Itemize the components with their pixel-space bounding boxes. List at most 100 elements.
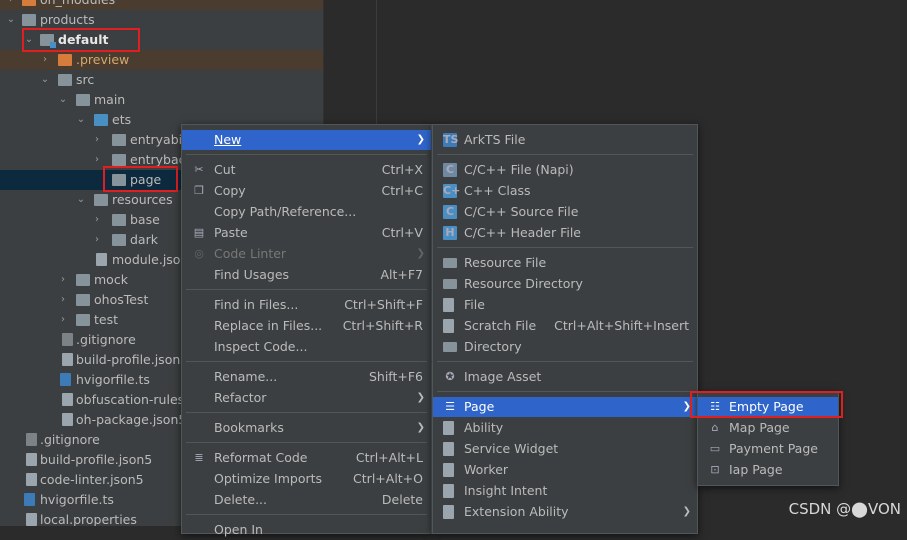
chevron-right-icon[interactable]: › xyxy=(92,210,102,230)
menu-item-label: C/C++ File (Napi) xyxy=(464,162,574,177)
tree-row-src[interactable]: ⌄ src xyxy=(0,70,323,90)
tree-label: hvigorfile.ts xyxy=(76,372,150,387)
folder-icon xyxy=(112,134,126,146)
menu-item-label: Iap Page xyxy=(729,462,783,477)
menu-item-reformat-code[interactable]: ≣ Reformat Code Ctrl+Alt+L xyxy=(182,448,431,468)
menu-item-payment-page[interactable]: ▭ Payment Page xyxy=(698,439,838,459)
chevron-right-icon[interactable]: › xyxy=(6,0,16,10)
menu-item-cpp-class[interactable]: C+ C++ Class xyxy=(433,181,697,201)
menu-item-cpp-header[interactable]: H C/C++ Header File xyxy=(433,223,697,243)
menu-item-extension-ability[interactable]: Extension Ability ❯ xyxy=(433,502,697,522)
chevron-right-icon[interactable]: › xyxy=(92,150,102,170)
menu-item-label: File xyxy=(464,297,485,312)
menu-item-resource-directory[interactable]: Resource Directory xyxy=(433,274,697,294)
menu-item-shortcut: Alt+F7 xyxy=(380,267,423,282)
chevron-right-icon[interactable]: › xyxy=(58,290,68,310)
menu-item-cpp-napi[interactable]: C C/C++ File (Napi) xyxy=(433,160,697,180)
menu-item-image-asset[interactable]: ✪ Image Asset xyxy=(433,367,697,387)
scratch-file-icon xyxy=(443,319,454,333)
gitignore-file-icon xyxy=(26,433,37,446)
menu-item-new[interactable]: New ❯ xyxy=(182,130,431,150)
chevron-down-icon[interactable]: ⌄ xyxy=(6,10,16,30)
menu-item-copy[interactable]: ❐ Copy Ctrl+C xyxy=(182,181,431,201)
tree-row-preview[interactable]: › .preview xyxy=(0,50,323,70)
chevron-right-icon: ❯ xyxy=(416,392,425,403)
chevron-right-icon[interactable]: › xyxy=(58,270,68,290)
chevron-down-icon[interactable]: ⌄ xyxy=(76,110,86,130)
menu-item-arkts-file[interactable]: TS ArkTS File xyxy=(433,130,697,150)
page-list-icon: ☰ xyxy=(445,400,455,413)
menu-item-iap-page[interactable]: ⊡ Iap Page xyxy=(698,460,838,480)
menu-item-insight-intent[interactable]: Insight Intent xyxy=(433,481,697,501)
tree-row-oh-modules[interactable]: › oh_modules xyxy=(0,0,323,10)
menu-item-copy-path[interactable]: Copy Path/Reference... xyxy=(182,202,431,222)
chevron-right-icon[interactable]: › xyxy=(40,50,50,70)
tree-label: mock xyxy=(94,272,128,287)
menu-item-cut[interactable]: ✂ Cut Ctrl+X xyxy=(182,160,431,180)
tree-label: products xyxy=(40,12,95,27)
menu-item-replace-in-files[interactable]: Replace in Files... Ctrl+Shift+R xyxy=(182,316,431,336)
chevron-right-icon[interactable]: › xyxy=(58,310,68,330)
menu-item-label: Find in Files... xyxy=(214,297,299,312)
chevron-right-icon: ❯ xyxy=(416,134,425,145)
menu-separator xyxy=(437,391,693,392)
menu-item-optimize-imports[interactable]: Optimize Imports Ctrl+Alt+O xyxy=(182,469,431,489)
menu-item-label: New xyxy=(214,132,242,147)
menu-item-code-linter[interactable]: ◎ Code Linter ❯ xyxy=(182,244,431,264)
menu-item-refactor[interactable]: Refactor ❯ xyxy=(182,388,431,408)
menu-item-label: Worker xyxy=(464,462,509,477)
ability-icon xyxy=(443,421,454,435)
reformat-icon: ≣ xyxy=(194,451,204,464)
tree-label: resources xyxy=(112,192,173,207)
menu-item-shortcut: Ctrl+Shift+R xyxy=(342,318,423,333)
menu-item-rename[interactable]: Rename... Shift+F6 xyxy=(182,367,431,387)
menu-item-label: Service Widget xyxy=(464,441,559,456)
menu-item-inspect-code[interactable]: Inspect Code... xyxy=(182,337,431,357)
new-submenu: TS ArkTS File C C/C++ File (Napi) C+ C++… xyxy=(432,124,698,534)
menu-item-page[interactable]: ☰ Page ❯ xyxy=(433,397,697,417)
iap-page-icon: ⊡ xyxy=(710,463,720,476)
menu-item-label: Map Page xyxy=(729,420,790,435)
ts-file-icon xyxy=(24,493,35,506)
menu-item-label: C/C++ Source File xyxy=(464,204,579,219)
menu-item-label: Replace in Files... xyxy=(214,318,323,333)
menu-item-scratch-file[interactable]: Scratch File Ctrl+Alt+Shift+Insert xyxy=(433,316,697,336)
folder-icon xyxy=(58,74,72,86)
menu-item-directory[interactable]: Directory xyxy=(433,337,697,357)
chevron-right-icon[interactable]: › xyxy=(92,230,102,250)
menu-item-ability[interactable]: Ability xyxy=(433,418,697,438)
menu-item-shortcut: Delete xyxy=(381,492,423,507)
tree-label: dark xyxy=(130,232,158,247)
chevron-right-icon: ❯ xyxy=(416,248,425,259)
menu-separator xyxy=(186,289,427,290)
json-file-icon xyxy=(62,353,73,366)
menu-item-resource-file[interactable]: Resource File xyxy=(433,253,697,273)
menu-item-cpp-source[interactable]: C C/C++ Source File xyxy=(433,202,697,222)
menu-item-label: Image Asset xyxy=(464,369,542,384)
chevron-down-icon[interactable]: ⌄ xyxy=(40,70,50,90)
menu-item-find-in-files[interactable]: Find in Files... Ctrl+Shift+F xyxy=(182,295,431,315)
menu-item-worker[interactable]: Worker xyxy=(433,460,697,480)
folder-icon xyxy=(22,14,36,26)
tree-row-main[interactable]: ⌄ main xyxy=(0,90,323,110)
tree-label: hvigorfile.ts xyxy=(40,492,114,507)
menu-item-paste[interactable]: ▤ Paste Ctrl+V xyxy=(182,223,431,243)
annotation-box-page xyxy=(103,166,178,192)
chevron-down-icon[interactable]: ⌄ xyxy=(58,90,68,110)
chevron-right-icon: ❯ xyxy=(682,506,691,517)
cpp-header-icon: H xyxy=(443,226,457,240)
menu-item-open-in[interactable]: Open In xyxy=(182,520,431,540)
menu-item-bookmarks[interactable]: Bookmarks ❯ xyxy=(182,418,431,438)
scissors-icon: ✂ xyxy=(194,163,204,176)
chevron-right-icon[interactable]: › xyxy=(92,130,102,150)
menu-item-delete[interactable]: Delete... Delete xyxy=(182,490,431,510)
menu-item-file[interactable]: File xyxy=(433,295,697,315)
chevron-down-icon[interactable]: ⌄ xyxy=(76,190,86,210)
menu-item-label: Page xyxy=(464,399,495,414)
tree-row-products[interactable]: ⌄ products xyxy=(0,10,323,30)
menu-item-find-usages[interactable]: Find Usages Alt+F7 xyxy=(182,265,431,285)
menu-item-map-page[interactable]: ⌂ Map Page xyxy=(698,418,838,438)
menu-item-service-widget[interactable]: Service Widget xyxy=(433,439,697,459)
properties-file-icon xyxy=(26,513,37,526)
tree-label: test xyxy=(94,312,119,327)
